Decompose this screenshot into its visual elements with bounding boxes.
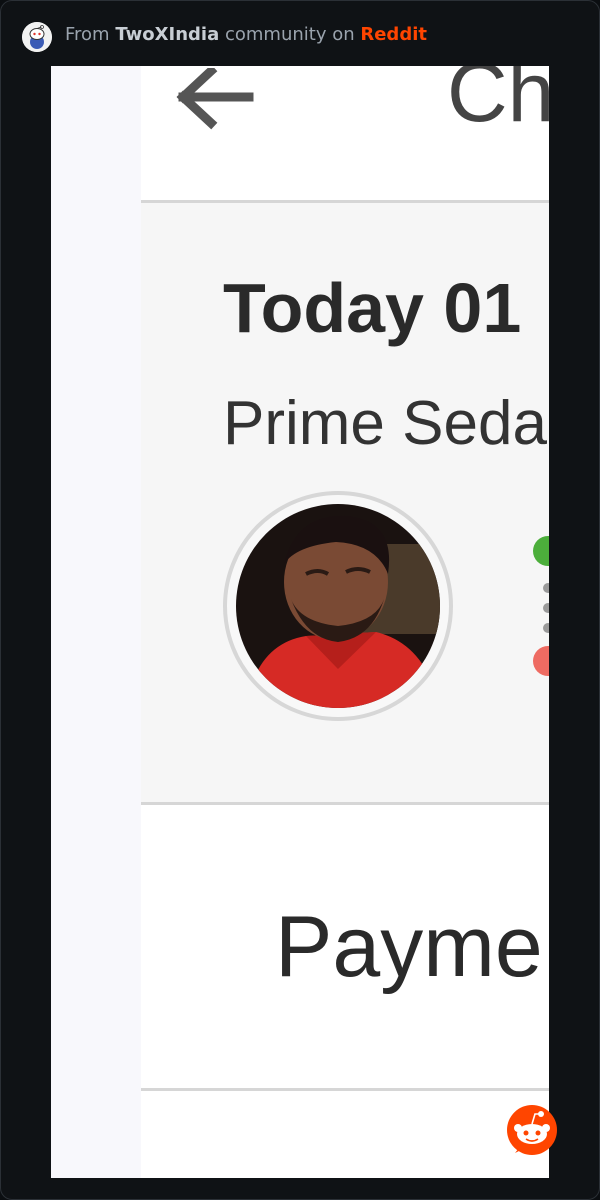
app-top-bar: Ch [141,66,549,200]
snoo-avatar-icon[interactable] [22,22,52,52]
embed-header: From TwoXIndia community on Reddit [0,0,600,66]
ride-date: Today 01 [223,269,522,347]
divider [141,802,549,805]
route-dot-icon [543,603,549,613]
attribution-middle: community on [224,24,355,45]
divider [141,1088,549,1091]
reddit-link[interactable]: Reddit [360,24,427,45]
ride-app-screen: Ch Today 01 Prime Seda Payme [141,66,549,1178]
driver-avatar [223,491,453,721]
reddit-logo-icon[interactable] [505,1103,559,1157]
screen-title: Ch [447,66,549,139]
embedded-screenshot: Ch Today 01 Prime Seda Payme [51,66,549,1178]
vehicle-type: Prime Seda [223,389,547,458]
payment-heading[interactable]: Payme [275,898,543,997]
back-arrow-icon[interactable] [169,68,257,142]
route-dot-icon [543,623,549,633]
embed-attribution: From TwoXIndia community on Reddit [65,24,427,45]
attribution-prefix: From [65,24,110,45]
route-dot-icon [543,583,549,593]
community-link[interactable]: TwoXIndia [115,24,219,45]
